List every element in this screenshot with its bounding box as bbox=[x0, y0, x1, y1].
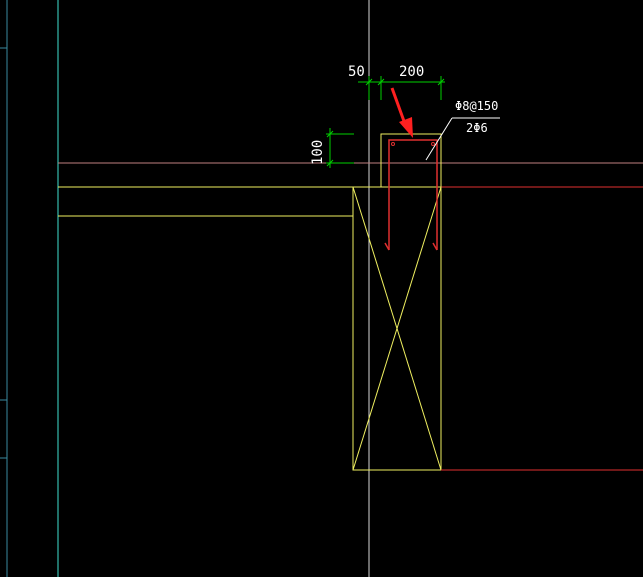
beam-upturn-outline[interactable] bbox=[380, 133, 442, 188]
stirrup-rebar[interactable] bbox=[384, 139, 438, 251]
stirrup-spec-label: Φ8@150 bbox=[455, 99, 498, 113]
dimension-label-200: 200 bbox=[399, 64, 424, 80]
dimension-label-100: 100 bbox=[310, 140, 326, 165]
dimension-label-50: 50 bbox=[348, 64, 365, 80]
beam-section-outline[interactable] bbox=[352, 186, 442, 471]
cad-drawing-canvas[interactable]: 50 200 100 Φ8@150 2Φ6 bbox=[0, 0, 643, 577]
dimension-height-group[interactable] bbox=[326, 128, 354, 168]
red-arrow-icon bbox=[390, 87, 413, 138]
left-frame-ruler bbox=[0, 0, 8, 577]
bar-spec-label: 2Φ6 bbox=[466, 121, 488, 135]
